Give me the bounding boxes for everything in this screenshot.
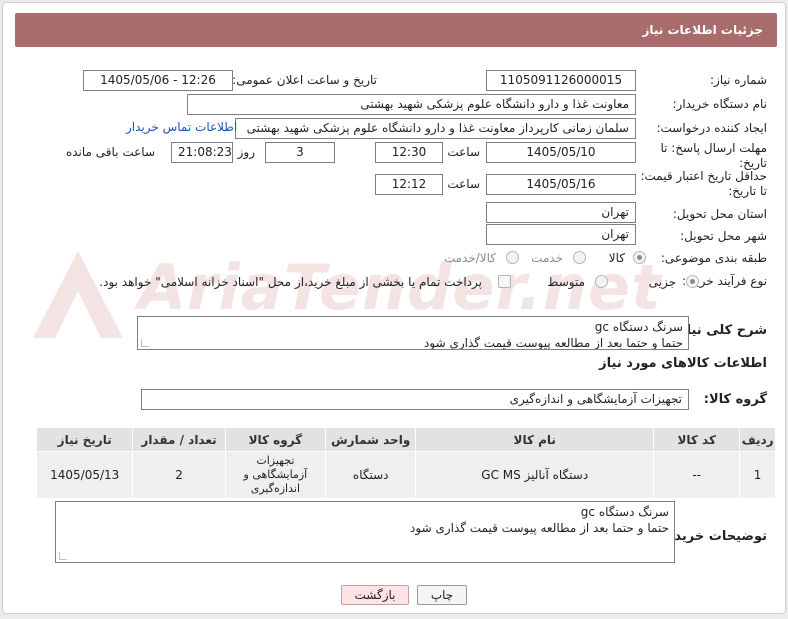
category-option-goods-service: کالا/خدمت (443, 251, 496, 265)
time-remaining-field[interactable]: 21:08:23 (171, 142, 233, 163)
announce-datetime-field[interactable]: 1405/05/06 - 12:26 (83, 70, 233, 91)
col-row-number: ردیف (739, 427, 776, 452)
validity-time-label: ساعت (447, 177, 480, 191)
category-label: طبقه بندی موضوعی: (660, 251, 767, 265)
buyer-notes-textarea[interactable]: سرنگ دستگاه gc حتما و حتما بعد از مطالعه… (55, 501, 675, 563)
deadline-time-field[interactable]: 12:30 (375, 142, 443, 163)
province-field[interactable]: تهران (486, 202, 636, 223)
process-radio-minor[interactable] (686, 275, 699, 288)
time-remaining-label: ساعت باقی مانده (65, 145, 155, 159)
process-radio-medium[interactable] (595, 275, 608, 288)
city-label: شهر محل تحویل: (680, 229, 767, 243)
buyer-notes-line-2: حتما و حتما بعد از مطالعه پیوست قیمت گذا… (410, 521, 669, 535)
resize-grip-icon[interactable] (59, 552, 67, 560)
col-item-group: گروه کالا (224, 427, 327, 452)
deadline-date-field[interactable]: 1405/05/10 (486, 142, 636, 163)
creator-label: ایجاد کننده درخواست: (656, 121, 767, 135)
cell-need-date: 1405/05/13 (35, 451, 134, 499)
col-item-name: نام کالا (415, 427, 655, 452)
watermark-logo-icon (33, 251, 123, 338)
goods-table: ردیف کد کالا نام کالا واحد شمارش گروه کا… (35, 427, 776, 499)
col-unit: واحد شمارش (325, 427, 417, 452)
days-remaining-field[interactable]: 3 (265, 142, 335, 163)
cell-unit: دستگاه (325, 451, 417, 499)
cell-item-name: دستگاه آنالیز GC MS (415, 451, 655, 499)
city-field[interactable]: تهران (486, 224, 636, 245)
col-item-code: کد کالا (653, 427, 741, 452)
summary-textarea[interactable]: سرنگ دستگاه gc حتما و حتما بعد از مطالعه… (137, 316, 689, 350)
process-option-minor: جزیی (648, 275, 676, 289)
validity-time-field[interactable]: 12:12 (375, 174, 443, 195)
category-radio-goods[interactable] (633, 251, 646, 264)
cell-row-number: 1 (739, 451, 776, 499)
creator-field[interactable]: سلمان زمانی کارپرداز معاونت غذا و دارو د… (235, 118, 636, 139)
category-radio-goods-service[interactable] (506, 251, 519, 264)
summary-line-2: حتما و حتما بعد از مطالعه پیوست قیمت گذا… (424, 336, 683, 350)
deadline-label: مهلت ارسال پاسخ: تا تاریخ: (660, 141, 767, 170)
back-button[interactable]: بازگشت (341, 585, 409, 605)
buyer-org-label: نام دستگاه خریدار: (672, 97, 768, 111)
category-radio-service[interactable] (573, 251, 586, 264)
summary-line-1: سرنگ دستگاه gc (594, 320, 683, 334)
resize-grip-icon[interactable] (141, 339, 149, 347)
buyer-notes-line-1: سرنگ دستگاه gc (580, 505, 669, 519)
print-button[interactable]: چاپ (417, 585, 467, 605)
process-option-medium: متوسط (547, 275, 585, 289)
treasury-payment-checkbox[interactable] (498, 275, 511, 288)
buyer-org-field[interactable]: معاونت غذا و دارو دانشگاه علوم پزشکی شهی… (187, 94, 636, 115)
deadline-time-label: ساعت (447, 145, 480, 159)
col-need-date: تاریخ نیاز (35, 427, 134, 452)
table-header-row: ردیف کد کالا نام کالا واحد شمارش گروه کا… (35, 427, 776, 452)
category-option-goods: کالا (608, 251, 625, 265)
buyer-contact-link[interactable]: اطلاعات تماس خریدار (126, 120, 237, 134)
province-label: استان محل تحویل: (672, 207, 767, 221)
cell-item-group: تجهیزات آزمایشگاهی و اندازه‌گیری (224, 451, 327, 499)
col-quantity: تعداد / مقدار (132, 427, 226, 452)
treasury-payment-note: پرداخت تمام یا بخشی از مبلغ خرید،از محل … (99, 275, 482, 289)
goods-group-field[interactable]: تجهیزات آزمایشگاهی و اندازه‌گیری (141, 389, 689, 410)
goods-section-title: اطلاعات کالاهای مورد نیاز (599, 356, 767, 371)
need-number-label: شماره نیاز: (710, 73, 767, 87)
min-validity-label: حداقل تاریخ اعتبار قیمت: تا تاریخ: (640, 169, 767, 198)
cell-item-code: -- (653, 451, 741, 499)
table-row[interactable]: 1 -- دستگاه آنالیز GC MS دستگاه تجهیزات … (35, 451, 776, 499)
details-panel: AriaTender.net جزئیات اطلاعات نیاز شماره… (2, 2, 786, 614)
need-number-field[interactable]: 1105091126000015 (486, 70, 636, 91)
validity-date-field[interactable]: 1405/05/16 (486, 174, 636, 195)
panel-title: جزئیات اطلاعات نیاز (15, 13, 777, 47)
cell-quantity: 2 (132, 451, 226, 499)
goods-group-label: گروه کالا: (703, 392, 767, 407)
category-option-service: خدمت (531, 251, 563, 265)
announce-datetime-label: تاریخ و ساعت اعلان عمومی: (232, 73, 377, 87)
